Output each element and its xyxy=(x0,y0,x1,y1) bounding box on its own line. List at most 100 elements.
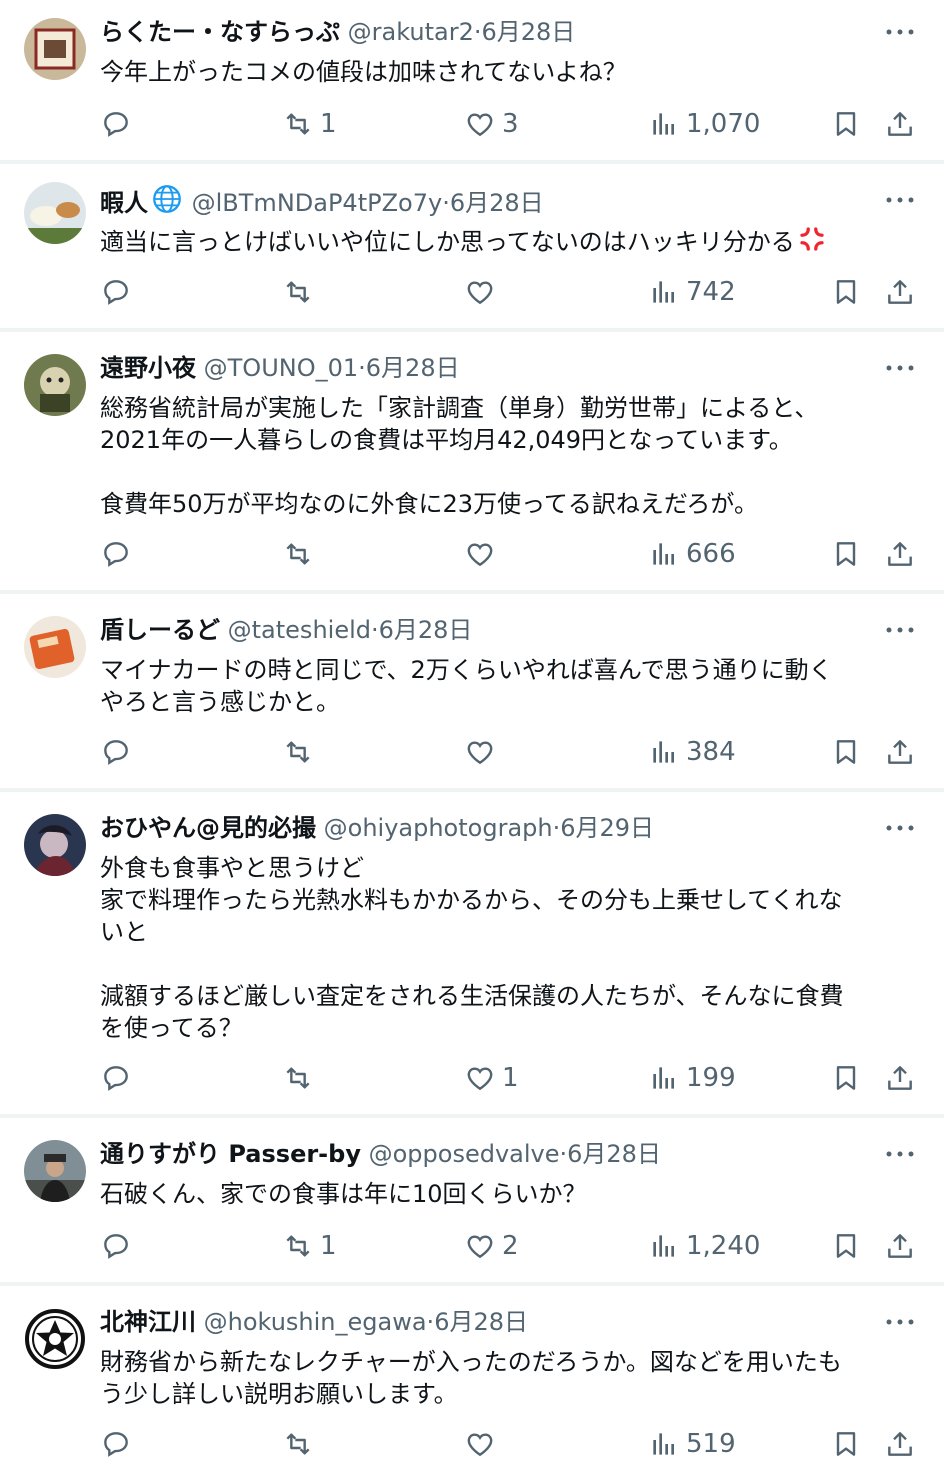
reply-button[interactable] xyxy=(100,1058,138,1098)
retweet-button[interactable]: 1 xyxy=(282,1226,337,1266)
like-button[interactable] xyxy=(464,534,502,574)
reply-button[interactable] xyxy=(100,272,138,312)
bookmark-button[interactable] xyxy=(830,104,862,144)
like-icon xyxy=(464,736,496,768)
display-name[interactable]: 遠野小夜 xyxy=(100,354,196,382)
views-count: 384 xyxy=(686,737,736,767)
display-name[interactable]: らくたー・なすらっぷ xyxy=(100,18,340,46)
like-button[interactable]: 3 xyxy=(464,104,519,144)
views-button[interactable]: 519 xyxy=(648,1424,736,1464)
tweet-header: 通りすがり Passer-by @opposedvalve·6月28日 xyxy=(100,1136,661,1172)
bookmark-button[interactable] xyxy=(830,732,862,772)
divider xyxy=(0,1282,944,1286)
views-icon xyxy=(648,276,680,308)
user-handle[interactable]: @ohiyaphotograph xyxy=(324,814,553,842)
tweet[interactable]: 暇人 @lBTmNDaP4tPZo7y·6月28日 適当に言っとけばいいや位にし… xyxy=(0,182,944,328)
bookmark-button[interactable] xyxy=(830,1226,862,1266)
reply-button[interactable] xyxy=(100,732,138,772)
more-icon[interactable] xyxy=(884,618,916,642)
user-handle[interactable]: @TOUNO_01 xyxy=(204,354,359,382)
avatar[interactable] xyxy=(24,182,86,244)
share-button[interactable] xyxy=(884,1226,916,1266)
bookmark-button[interactable] xyxy=(830,534,862,574)
retweet-button[interactable] xyxy=(282,1058,320,1098)
avatar[interactable] xyxy=(24,616,86,678)
tweet-date[interactable]: 6月28日 xyxy=(379,616,473,644)
reply-icon xyxy=(100,1230,132,1262)
separator-dot: · xyxy=(442,189,450,217)
views-icon xyxy=(648,1230,680,1262)
avatar[interactable] xyxy=(24,354,86,416)
tweet-date[interactable]: 6月29日 xyxy=(560,814,654,842)
tweet-date[interactable]: 6月28日 xyxy=(434,1308,528,1336)
more-icon[interactable] xyxy=(884,1310,916,1334)
share-button[interactable] xyxy=(884,1058,916,1098)
retweet-button[interactable] xyxy=(282,732,320,772)
tweet-text: マイナカードの時と同じで、2万くらいやれば喜んで思う通りに動く やろと言う感じか… xyxy=(100,656,833,716)
more-icon[interactable] xyxy=(884,20,916,44)
reply-button[interactable] xyxy=(100,534,138,574)
share-button[interactable] xyxy=(884,534,916,574)
tweet[interactable]: 北神江川 @hokushin_egawa·6月28日 財務省から新たなレクチャー… xyxy=(0,1304,944,1480)
more-icon[interactable] xyxy=(884,816,916,840)
globe-icon xyxy=(150,182,184,226)
user-handle[interactable]: @tateshield xyxy=(228,616,371,644)
like-icon xyxy=(464,276,496,308)
tweet-date[interactable]: 6月28日 xyxy=(450,189,544,217)
tweet-date[interactable]: 6月28日 xyxy=(567,1140,661,1168)
views-button[interactable]: 666 xyxy=(648,534,736,574)
display-name[interactable]: 北神江川 xyxy=(100,1308,196,1336)
display-name[interactable]: 通りすがり Passer-by xyxy=(100,1140,361,1168)
bookmark-icon xyxy=(830,538,862,570)
like-button[interactable] xyxy=(464,272,502,312)
retweet-button[interactable] xyxy=(282,272,320,312)
more-icon[interactable] xyxy=(884,356,916,380)
retweet-button[interactable] xyxy=(282,1424,320,1464)
tweet[interactable]: 遠野小夜 @TOUNO_01·6月28日 総務省統計局が実施した「家計調査（単身… xyxy=(0,350,944,588)
views-button[interactable]: 1,240 xyxy=(648,1226,760,1266)
like-button[interactable]: 2 xyxy=(464,1226,519,1266)
tweet-header: 北神江川 @hokushin_egawa·6月28日 xyxy=(100,1304,528,1340)
tweet-date[interactable]: 6月28日 xyxy=(481,18,575,46)
tweet-date[interactable]: 6月28日 xyxy=(366,354,460,382)
share-button[interactable] xyxy=(884,104,916,144)
reply-button[interactable] xyxy=(100,1424,138,1464)
views-button[interactable]: 384 xyxy=(648,732,736,772)
reply-button[interactable] xyxy=(100,1226,138,1266)
retweet-button[interactable] xyxy=(282,534,320,574)
bookmark-button[interactable] xyxy=(830,1424,862,1464)
like-button[interactable] xyxy=(464,1424,502,1464)
display-name[interactable]: 盾しーるど xyxy=(100,616,220,644)
display-name[interactable]: おひやん@見的必撮 xyxy=(100,814,316,842)
bookmark-button[interactable] xyxy=(830,272,862,312)
tweet[interactable]: らくたー・なすらっぷ @rakutar2·6月28日 今年上がったコメの値段は加… xyxy=(0,14,944,160)
like-button[interactable] xyxy=(464,732,502,772)
share-button[interactable] xyxy=(884,1424,916,1464)
user-handle[interactable]: @rakutar2 xyxy=(348,18,474,46)
bookmark-button[interactable] xyxy=(830,1058,862,1098)
user-handle[interactable]: @hokushin_egawa xyxy=(204,1308,427,1336)
reply-button[interactable] xyxy=(100,104,138,144)
user-handle[interactable]: @opposedvalve xyxy=(369,1140,560,1168)
more-icon[interactable] xyxy=(884,1142,916,1166)
avatar[interactable] xyxy=(24,1308,86,1370)
tweet[interactable]: 通りすがり Passer-by @opposedvalve·6月28日 石破くん… xyxy=(0,1136,944,1282)
retweet-button[interactable]: 1 xyxy=(282,104,337,144)
share-icon xyxy=(884,538,916,570)
tweet[interactable]: 盾しーるど @tateshield·6月28日 マイナカードの時と同じで、2万く… xyxy=(0,612,944,788)
like-button[interactable]: 1 xyxy=(464,1058,519,1098)
views-button[interactable]: 742 xyxy=(648,272,736,312)
avatar[interactable] xyxy=(24,814,86,876)
views-button[interactable]: 199 xyxy=(648,1058,736,1098)
user-handle[interactable]: @lBTmNDaP4tPZo7y xyxy=(192,189,443,217)
share-button[interactable] xyxy=(884,732,916,772)
share-button[interactable] xyxy=(884,272,916,312)
avatar[interactable] xyxy=(24,18,86,80)
display-name[interactable]: 暇人 xyxy=(100,189,148,217)
tweet[interactable]: おひやん@見的必撮 @ohiyaphotograph·6月29日 外食も食事やと… xyxy=(0,810,944,1114)
avatar[interactable] xyxy=(24,1140,86,1202)
more-icon[interactable] xyxy=(884,188,916,212)
tweet-text: 石破くん、家での食事は年に10回くらいか？ xyxy=(100,1180,587,1208)
views-button[interactable]: 1,070 xyxy=(648,104,760,144)
views-count: 742 xyxy=(686,277,736,307)
